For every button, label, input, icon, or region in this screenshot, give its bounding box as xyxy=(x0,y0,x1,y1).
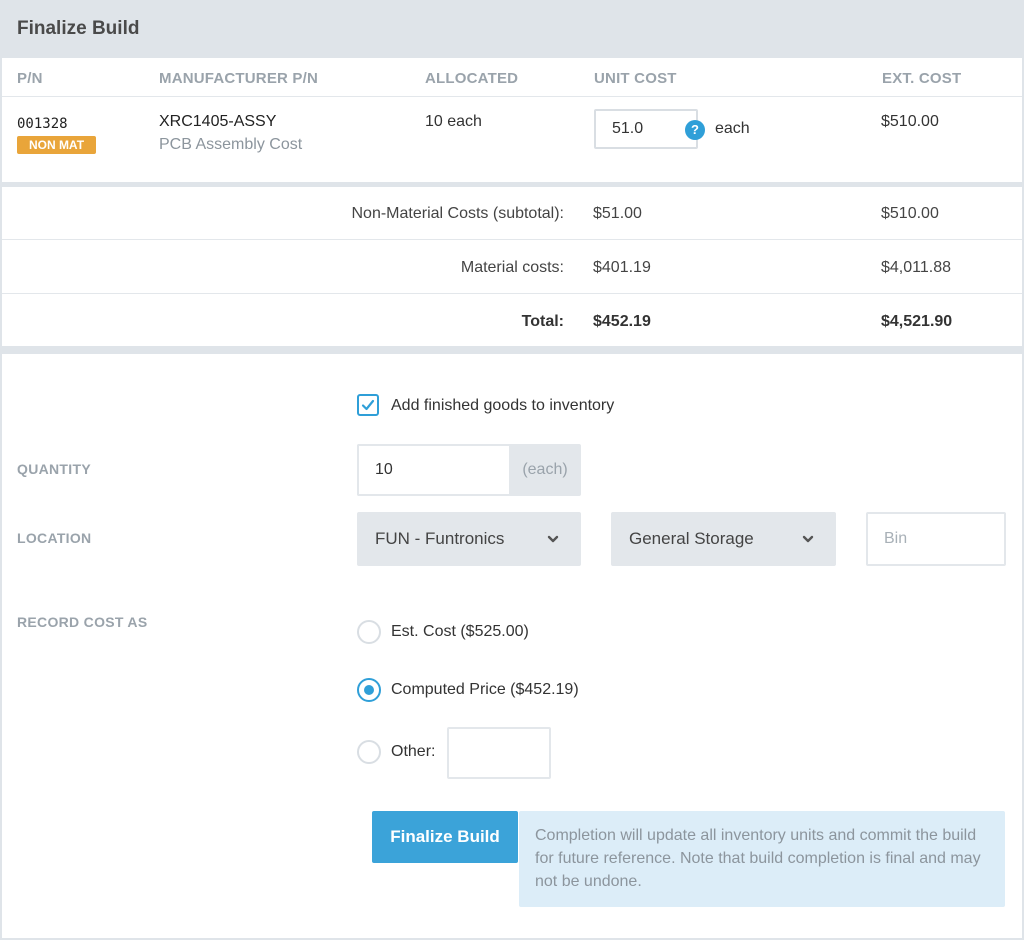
bin-input[interactable] xyxy=(866,512,1006,566)
radio-other[interactable] xyxy=(357,740,381,764)
unit-cost-suffix: each xyxy=(715,120,750,137)
totals-label: Material costs: xyxy=(460,259,564,276)
other-cost-input[interactable] xyxy=(447,727,551,779)
finalize-form: Add finished goods to inventory QUANTITY… xyxy=(2,354,1022,938)
totals-label: Total: xyxy=(521,313,564,330)
panel-header: Finalize Build xyxy=(2,2,1022,56)
part-number[interactable]: 001328 xyxy=(17,116,68,132)
line-items-table: P/N MANUFACTURER P/N ALLOCATED UNIT COST… xyxy=(2,58,1022,182)
totals-row-total: Total: $452.19 $4,521.90 xyxy=(2,295,1022,348)
finalize-build-button[interactable]: Finalize Build xyxy=(372,811,518,863)
help-icon[interactable]: ? xyxy=(685,120,705,140)
part-description: PCB Assembly Cost xyxy=(159,136,303,153)
totals-label: Non-Material Costs (subtotal): xyxy=(351,205,564,222)
chevron-down-icon xyxy=(547,535,559,543)
finalize-build-panel: Finalize Build P/N MANUFACTURER P/N ALLO… xyxy=(2,2,1022,938)
totals-row-non-material: Non-Material Costs (subtotal): $51.00 $5… xyxy=(2,187,1022,240)
totals-ext-cost: $4,011.88 xyxy=(881,259,951,276)
cost-totals: Non-Material Costs (subtotal): $51.00 $5… xyxy=(2,187,1022,346)
radio-computed-price-label[interactable]: Computed Price ($452.19) xyxy=(391,681,579,699)
col-header-unit-cost: UNIT COST xyxy=(594,70,677,87)
totals-unit-cost: $51.00 xyxy=(593,205,642,222)
totals-unit-cost: $401.19 xyxy=(593,259,651,276)
totals-unit-cost: $452.19 xyxy=(593,313,651,330)
col-header-allocated: ALLOCATED xyxy=(425,70,519,87)
totals-ext-cost: $510.00 xyxy=(881,205,939,222)
manufacturer-pn: XRC1405-ASSY xyxy=(159,113,277,130)
quantity-unit: (each) xyxy=(509,444,581,496)
quantity-input[interactable] xyxy=(357,444,509,496)
quantity-label: QUANTITY xyxy=(17,461,91,477)
location-site-select[interactable]: FUN - Funtronics xyxy=(357,512,581,566)
location-storage-select[interactable]: General Storage xyxy=(611,512,836,566)
allocated-qty: 10 each xyxy=(425,113,482,130)
chevron-down-icon xyxy=(802,535,814,543)
unit-cost-input[interactable] xyxy=(594,109,698,149)
location-site-value: FUN - Funtronics xyxy=(375,529,505,548)
panel-title: Finalize Build xyxy=(17,18,140,39)
radio-computed-price[interactable] xyxy=(357,678,381,702)
totals-row-material: Material costs: $401.19 $4,011.88 xyxy=(2,241,1022,294)
location-storage-value: General Storage xyxy=(629,529,754,548)
radio-est-cost[interactable] xyxy=(357,620,381,644)
header-divider xyxy=(2,96,1022,97)
record-cost-label: RECORD COST AS xyxy=(17,614,148,630)
col-header-pn: P/N xyxy=(17,70,43,87)
location-label: LOCATION xyxy=(17,530,92,546)
totals-ext-cost: $4,521.90 xyxy=(881,313,953,330)
completion-note: Completion will update all inventory uni… xyxy=(519,811,1005,907)
add-inventory-label[interactable]: Add finished goods to inventory xyxy=(391,397,614,415)
col-header-mpn: MANUFACTURER P/N xyxy=(159,70,319,87)
add-inventory-checkbox[interactable] xyxy=(357,394,379,416)
radio-other-label[interactable]: Other: xyxy=(391,743,435,761)
radio-est-cost-label[interactable]: Est. Cost ($525.00) xyxy=(391,623,529,641)
non-mat-badge: NON MAT xyxy=(17,136,96,154)
checkmark-icon xyxy=(361,399,375,411)
col-header-ext-cost: EXT. COST xyxy=(882,70,962,87)
ext-cost: $510.00 xyxy=(881,113,939,130)
